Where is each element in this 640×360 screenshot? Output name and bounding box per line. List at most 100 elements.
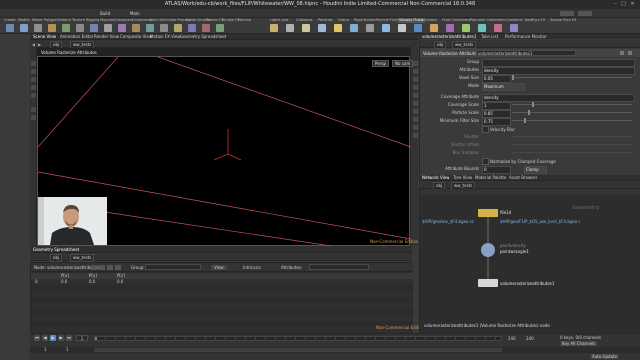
caustic-light-tool-icon[interactable] — [430, 24, 438, 32]
path-obj[interactable]: obj — [50, 254, 63, 262]
area-light-tool-icon[interactable] — [318, 24, 326, 32]
column-header-px[interactable]: P[x] — [61, 273, 69, 278]
node-file14[interactable] — [478, 209, 498, 217]
toolbar-slot[interactable] — [560, 11, 574, 16]
clamp-dropdown[interactable]: Clamp — [524, 166, 547, 174]
coverage-scale-slider[interactable] — [512, 104, 632, 105]
switcher-tool-icon[interactable] — [510, 24, 518, 32]
shelf-tab[interactable]: Container Tools — [506, 18, 533, 23]
key-all-button[interactable]: Key All Channels — [560, 341, 598, 346]
slider-knob[interactable] — [512, 75, 514, 80]
toolbar-slot[interactable] — [578, 11, 592, 16]
range-slider[interactable] — [94, 348, 502, 352]
network-editor[interactable]: Geometry $HIP/geo/ww_$F4.bgeo.sc file14 … — [419, 189, 640, 345]
forward-icon[interactable]: ▶ — [38, 42, 41, 47]
shelf-tab[interactable]: Pyro FX — [532, 18, 545, 23]
slider-knob[interactable] — [528, 110, 530, 115]
stereo-camera-tool-icon[interactable] — [478, 24, 486, 32]
handle-tool-icon[interactable] — [31, 93, 36, 98]
tab-geometry-spreadsheet[interactable]: Geometry Spreadsheet — [180, 34, 226, 39]
geometry-light-tool-icon[interactable] — [334, 24, 342, 32]
particle-scale-slider[interactable] — [512, 112, 632, 113]
tab-geometry-spreadsheet-bottom[interactable]: Geometry Spreadsheet — [33, 247, 79, 252]
ambient-light-tool-icon[interactable] — [462, 24, 470, 32]
spot-light-tool-icon[interactable] — [302, 24, 310, 32]
line-tool-icon[interactable] — [90, 24, 98, 32]
visualizer-icon[interactable] — [412, 93, 418, 98]
column-header-pz[interactable]: P[z] — [117, 273, 125, 278]
file-tool-icon[interactable] — [216, 24, 224, 32]
metaball-tool-icon[interactable] — [202, 24, 210, 32]
node-pointvelocity[interactable] — [481, 243, 495, 257]
shelf-tab-active[interactable]: Viscous Fluids — [398, 18, 425, 23]
sky-light-tool-icon[interactable] — [398, 24, 406, 32]
environment-light-tool-icon[interactable] — [382, 24, 390, 32]
tab-animation-editor[interactable]: Animation Editor — [60, 34, 94, 39]
rotate-tool-icon[interactable] — [31, 77, 36, 82]
tab-motion-fx-view[interactable]: Motion FX View — [150, 34, 181, 39]
node-volumerasterizeattributes1[interactable] — [478, 279, 498, 287]
shelf-tab[interactable]: Create — [4, 18, 16, 23]
vr-camera-tool-icon[interactable] — [494, 24, 502, 32]
font-tool-icon[interactable] — [160, 24, 168, 32]
params-node-name-field[interactable]: volumerasterizeattributes1 — [476, 50, 576, 56]
shelf-tab[interactable]: Hair Utils — [150, 18, 166, 23]
normalize-checkbox[interactable] — [482, 158, 489, 165]
curve-tool-icon[interactable] — [118, 24, 126, 32]
minimize-icon[interactable]: – — [612, 1, 619, 7]
smooth-shaded-icon[interactable] — [412, 85, 418, 90]
sphere-tool-icon[interactable] — [20, 24, 28, 32]
shelf-tab[interactable]: Characters — [114, 18, 133, 23]
shelf-tab[interactable]: Simple FX — [222, 18, 239, 23]
view-tool-icon[interactable] — [31, 107, 36, 112]
blur-samples-slider[interactable] — [512, 152, 632, 153]
shelf-tab[interactable]: Particles — [318, 18, 333, 23]
point-light-tool-icon[interactable] — [286, 24, 294, 32]
scale-tool-icon[interactable] — [31, 85, 36, 90]
path-tool-icon[interactable] — [132, 24, 140, 32]
shelf-tab[interactable]: Rigging — [86, 18, 99, 23]
shelf-tab[interactable]: Modify — [18, 18, 30, 23]
range-bar[interactable]: 1 1 — [30, 347, 640, 353]
maximize-icon[interactable]: □ — [620, 1, 627, 7]
voxel-size-slider[interactable] — [512, 77, 632, 78]
shutter-offset-slider[interactable] — [512, 144, 632, 145]
torus-tool-icon[interactable] — [48, 24, 56, 32]
shelf-tab[interactable]: Grains — [338, 18, 349, 23]
jump-end-icon[interactable]: ⏭ — [66, 335, 72, 341]
slider-knob[interactable] — [524, 118, 526, 123]
tab-asset-browser[interactable]: Asset Browser — [509, 175, 537, 180]
shelf-tab[interactable]: Collisions — [296, 18, 312, 23]
velocity-blur-checkbox[interactable] — [482, 126, 489, 133]
tab-composite-view[interactable]: Composite View — [120, 34, 152, 39]
playhead[interactable] — [95, 337, 97, 340]
grid-tool-icon[interactable] — [62, 24, 70, 32]
tab-material-palette[interactable]: Material Palette — [475, 175, 506, 180]
intrinsics-toggle[interactable]: Intrinsics — [243, 265, 261, 270]
gi-light-tool-icon[interactable] — [414, 24, 422, 32]
platonic-tool-icon[interactable] — [174, 24, 182, 32]
shelf-tab[interactable]: Model — [32, 18, 43, 23]
portal-light-tool-icon[interactable] — [446, 24, 454, 32]
path-node[interactable]: ww_tests — [452, 41, 477, 49]
tab-scene-view[interactable]: Scene View — [33, 34, 56, 39]
tab-render-view[interactable]: Render View — [94, 34, 119, 39]
primitives-icon[interactable] — [107, 265, 113, 270]
min-filter-size-slider[interactable] — [512, 120, 632, 121]
camera-menu[interactable]: No cam — [392, 60, 414, 67]
shelf-tab[interactable]: Volume — [238, 18, 251, 23]
current-frame-field[interactable]: 1 — [76, 335, 88, 341]
view-menu[interactable]: View — [211, 265, 227, 270]
tab-tree-view[interactable]: Tree View — [453, 175, 472, 180]
gear-icon[interactable] — [628, 51, 632, 55]
shelf-tab[interactable]: Texture — [72, 18, 85, 23]
timeline-bar[interactable] — [94, 336, 502, 341]
shelf-tab[interactable]: Muscles — [100, 18, 114, 23]
column-header-py[interactable]: P[y] — [89, 273, 97, 278]
shelf-tab[interactable]: Rigid Bodies — [354, 18, 376, 23]
shelf-tab[interactable]: Lights and... — [270, 18, 292, 23]
build-selector[interactable]: Build — [100, 11, 110, 16]
shelf-tab[interactable]: Oceans — [424, 18, 437, 23]
attributes-field[interactable] — [309, 264, 369, 270]
slider-knob[interactable] — [532, 102, 534, 107]
